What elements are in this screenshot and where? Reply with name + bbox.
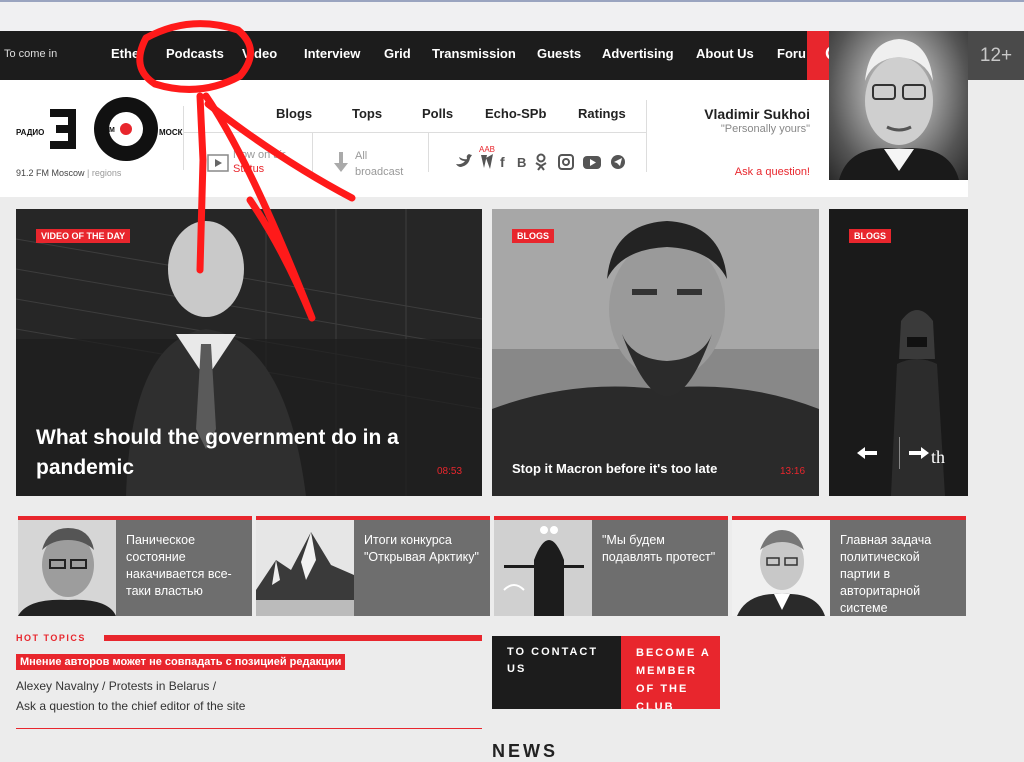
divider bbox=[428, 132, 429, 172]
instagram-icon[interactable] bbox=[558, 154, 574, 170]
small-card-text[interactable]: "Мы будем подавлять протест" bbox=[602, 532, 722, 566]
hot-topics-links-line2[interactable]: Ask a question to the chief editor of th… bbox=[16, 699, 245, 713]
login-link[interactable]: To come in bbox=[4, 48, 57, 60]
news-heading: NEWS bbox=[492, 741, 558, 761]
nav-item-advertising[interactable]: Advertising bbox=[602, 46, 674, 61]
featured-image bbox=[492, 209, 819, 496]
frequency-text: 91.2 FM Moscow bbox=[16, 168, 85, 178]
author-photo[interactable] bbox=[829, 31, 968, 180]
play-icon[interactable] bbox=[207, 154, 229, 172]
hot-topics-links: Alexey Navalny / Protests in Belarus / A… bbox=[16, 676, 245, 716]
download-arrow-icon bbox=[334, 152, 348, 172]
vk-icon[interactable] bbox=[481, 154, 493, 169]
small-card-image bbox=[494, 520, 592, 616]
on-air-label: Now on air bbox=[233, 149, 286, 161]
social-links: f B bbox=[456, 153, 625, 171]
small-card-image bbox=[18, 520, 116, 616]
author-name[interactable]: Vladimir Sukhoi bbox=[704, 106, 810, 122]
site-logo[interactable]: РАДИО М МОСКВЫ bbox=[14, 94, 196, 164]
contact-button[interactable]: TO CONTACT US bbox=[492, 636, 621, 709]
small-card-image bbox=[732, 520, 830, 616]
svg-text:B: B bbox=[517, 155, 526, 170]
disclaimer-badge: Мнение авторов может не совпадать с пози… bbox=[16, 654, 346, 670]
featured-card-blog-1[interactable]: BLOGS Stop it Macron before it's too lat… bbox=[492, 209, 819, 496]
author-column: "Personally yours" bbox=[720, 123, 810, 135]
contact-label: TO CONTACT US bbox=[507, 646, 599, 675]
arrow-divider bbox=[899, 437, 900, 469]
card-time: 13:16 bbox=[780, 466, 806, 477]
divider bbox=[16, 728, 482, 729]
hot-topics-label: HOT TOPICS bbox=[16, 633, 86, 643]
member-label: BECOME A MEMBER OF THE CLUB bbox=[636, 647, 711, 709]
youtube-icon[interactable] bbox=[583, 156, 601, 169]
secnav-polls[interactable]: Polls bbox=[422, 106, 453, 121]
secnav-echo-spb[interactable]: Echo-SPb bbox=[485, 106, 546, 121]
all-broadcast-line1: All bbox=[355, 150, 368, 162]
nav-item-video[interactable]: Video bbox=[242, 46, 277, 61]
hot-topics-links-line1[interactable]: Alexey Navalny / Protests in Belarus / bbox=[16, 679, 216, 693]
nav-item-forum[interactable]: Foru bbox=[777, 46, 806, 61]
odnoklassniki-icon[interactable] bbox=[535, 153, 547, 171]
small-card-text[interactable]: Главная задача политической партии в авт… bbox=[840, 532, 960, 616]
echo-logo-icon: РАДИО М МОСКВЫ bbox=[16, 97, 196, 161]
twitter-icon[interactable] bbox=[456, 154, 472, 167]
on-air-status: Status bbox=[233, 163, 265, 175]
card-time: 08:53 bbox=[437, 466, 463, 477]
featured-card-video[interactable]: VIDEO OF THE DAY What should the governm… bbox=[16, 209, 482, 496]
nav-item-guests[interactable]: Guests bbox=[537, 46, 581, 61]
become-member-button[interactable]: BECOME A MEMBER OF THE CLUB bbox=[621, 636, 720, 709]
secnav-ratings[interactable]: Ratings bbox=[578, 106, 626, 121]
card-tag[interactable]: BLOGS bbox=[849, 229, 892, 243]
logo-right-text: МОСКВЫ bbox=[159, 128, 184, 137]
secnav-blogs[interactable]: Blogs bbox=[276, 106, 312, 121]
hot-topics-bar bbox=[104, 635, 482, 641]
arrow-left-icon[interactable] bbox=[855, 445, 879, 461]
arrow-right-icon[interactable] bbox=[909, 445, 931, 461]
on-air-block[interactable]: Now on air Status bbox=[233, 148, 328, 176]
secnav-tops[interactable]: Tops bbox=[352, 106, 382, 121]
regions-link[interactable]: regions bbox=[92, 168, 122, 178]
featured-title[interactable]: What should the government do in a pande… bbox=[36, 423, 436, 483]
small-card-image bbox=[256, 520, 354, 616]
nav-item-ether[interactable]: Ethe bbox=[111, 46, 139, 61]
nav-item-interview[interactable]: Interview bbox=[304, 46, 360, 61]
logo-m-text: М bbox=[109, 127, 115, 134]
logo-left-text: РАДИО bbox=[16, 128, 44, 137]
featured-card-blog-2[interactable]: BLOGS th bbox=[829, 209, 968, 496]
ask-question-link[interactable]: Ask a question! bbox=[735, 166, 810, 178]
all-broadcast-link[interactable]: All broadcast bbox=[355, 148, 403, 180]
site-header: РАДИО М МОСКВЫ 91.2 FM Moscow | regions … bbox=[0, 80, 968, 197]
small-card-text[interactable]: Паническое состояние накачивается все-та… bbox=[126, 532, 246, 600]
svg-text:f: f bbox=[500, 154, 505, 170]
small-card-text[interactable]: Итоги конкурса "Открывая Арктику" bbox=[364, 532, 484, 566]
nav-item-grid[interactable]: Grid bbox=[384, 46, 411, 61]
facebook-icon[interactable]: f bbox=[500, 154, 505, 170]
featured-title[interactable]: Stop it Macron before it's too late bbox=[512, 461, 772, 476]
nav-item-transmission[interactable]: Transmission bbox=[432, 46, 516, 61]
nav-item-about-us[interactable]: About Us bbox=[696, 46, 754, 61]
divider bbox=[646, 100, 647, 172]
card-tag[interactable]: BLOGS bbox=[512, 229, 555, 243]
small-card[interactable]: "Мы будем подавлять протест" bbox=[494, 516, 728, 616]
browser-top-band bbox=[0, 0, 1024, 31]
nav-item-podcasts[interactable]: Podcasts bbox=[166, 46, 224, 61]
divider bbox=[183, 132, 647, 133]
telegram-icon[interactable] bbox=[611, 155, 625, 169]
b-icon[interactable]: B bbox=[517, 155, 526, 170]
age-rating-badge: 12+ bbox=[968, 31, 1024, 80]
divider bbox=[183, 106, 184, 170]
card-tag[interactable]: VIDEO OF THE DAY bbox=[36, 229, 131, 243]
small-card[interactable]: Итоги конкурса "Открывая Арктику" bbox=[256, 516, 490, 616]
all-broadcast-line2: broadcast bbox=[355, 166, 404, 178]
small-card[interactable]: Паническое состояние накачивается все-та… bbox=[18, 516, 252, 616]
arrow-suffix-text: th bbox=[931, 447, 946, 467]
small-card[interactable]: Главная задача политической партии в авт… bbox=[732, 516, 966, 616]
frequency-info: 91.2 FM Moscow | regions bbox=[16, 168, 122, 178]
